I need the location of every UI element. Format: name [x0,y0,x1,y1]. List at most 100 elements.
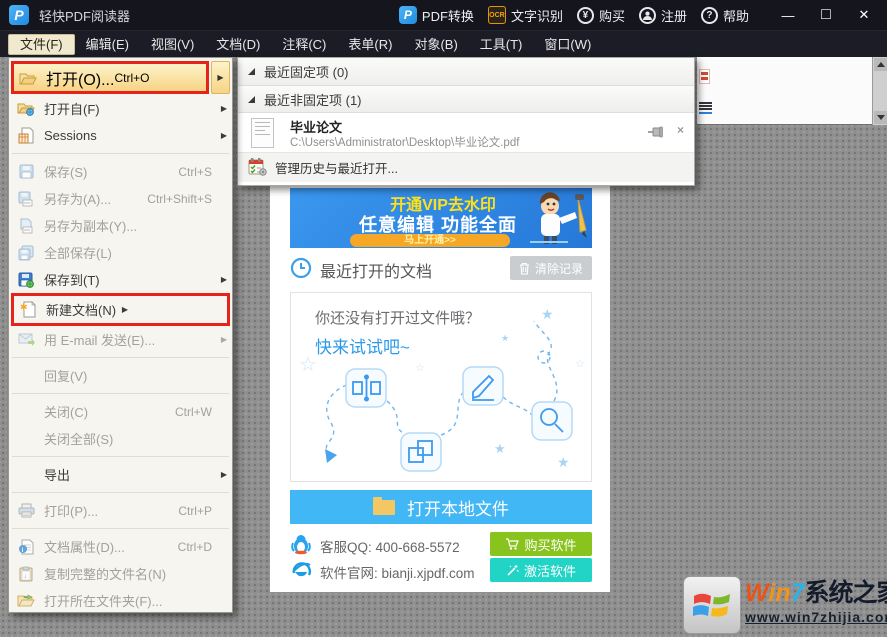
banner-cta-button[interactable]: 马上开通>> [350,234,510,247]
menu-item-close: 关闭(C) Ctrl+W [44,404,212,421]
win7-watermark: Win7系统之家 www.win7zhijia.com [683,576,887,634]
menu-item-sessions[interactable]: Sessions ▶ [9,122,232,149]
save-icon [16,163,36,181]
menu-item-email-send: 用 E-mail 发送(E)... ▶ [9,326,232,353]
printer-icon [16,502,36,520]
pdf-convert-icon: P [398,6,417,24]
svg-text:☆: ☆ [299,354,317,376]
ie-browser-icon [292,562,311,577]
register-button[interactable]: 注册 [638,6,687,25]
website-contact-row: 软件官网: bianji.xjpdf.com 激活软件 [290,558,592,582]
menu-window[interactable]: 窗口(W) [533,34,602,55]
menu-tools[interactable]: 工具(T) [469,34,534,55]
scroll-down-icon[interactable] [874,111,887,124]
menu-item-reply: 回复(V) [44,369,88,384]
menu-annotate[interactable]: 注释(C) [271,34,337,55]
recent-title: 最近打开的文档 [320,264,433,281]
save-to-icon [16,271,36,289]
menu-separator [12,357,229,358]
help-button[interactable]: ? 帮助 [700,6,749,25]
submenu-arrow-icon: ▶ [220,335,227,344]
unpinned-group-header[interactable]: 最近非固定项 (1) [238,86,694,113]
submenu-arrow-icon: ▶ [121,305,129,314]
website-label: 软件官网: bianji.xjpdf.com [320,566,475,581]
menu-document[interactable]: 文档(D) [205,34,271,55]
question-icon: ? [700,6,718,24]
menu-item-export[interactable]: 导出 ▶ [9,461,232,488]
pinned-group-header[interactable]: 最近固定项 (0) [238,58,694,86]
collapse-triangle-icon [248,68,255,75]
clock-icon [290,257,312,284]
svg-text:★: ★ [501,333,509,343]
vip-banner[interactable]: 开通VIP去水印 任意编辑 功能全面 马上开通>> [290,188,592,248]
menu-item-close-all: 关闭全部(S) [44,432,114,447]
menu-item-open[interactable]: 打开(O)... Ctrl+O [11,61,209,94]
buy-button[interactable]: ¥ 购买 [576,6,625,25]
menu-item-open-from[interactable]: 打开自(F) ▶ [9,95,232,122]
qq-label: 客服QQ: 400-668-5572 [320,540,460,555]
close-button[interactable]: ✕ [847,3,881,27]
submenu-arrow-icon: ▶ [220,275,227,284]
submenu-arrow-icon: ▶ [220,131,227,140]
manage-history-item[interactable]: 管理历史与最近打开... [238,153,694,182]
menu-row-open: 打开(O)... Ctrl+O ▶ [9,61,232,94]
menu-item-print: 打印(P)... Ctrl+P [9,497,232,524]
svg-text:☆: ☆ [575,358,585,370]
menu-bar: 文件(F) 编辑(E) 视图(V) 文档(D) 注释(C) 表单(R) 对象(B… [0,30,887,57]
pdf-convert-button[interactable]: P PDF转换 [398,6,474,25]
menu-item-copy-filename: ↓ 复制完整的文件名(N) [9,560,232,587]
submenu-arrow-icon: ▶ [220,470,227,479]
maximize-button[interactable]: □ [809,3,843,27]
menu-item-save-to[interactable]: 保存到(T) ▶ [9,266,232,293]
windows-logo-icon [683,576,741,634]
recent-file-path: C:\Users\Administrator\Desktop\毕业论文.pdf [290,137,520,149]
menu-item-new-document[interactable]: ✱ 新建文档(N) ▶ [11,293,230,326]
remove-recent-icon[interactable]: × [677,123,684,137]
watermark-brand: Win7系统之家 [745,579,887,607]
vertical-scrollbar[interactable] [872,57,887,125]
qq-contact-row: 客服QQ: 400-668-5572 购买软件 [290,532,592,556]
title-bar: P 轻快PDF阅读器 P PDF转换 OCR 文字识别 ¥ 购买 注册 ? 帮助… [0,0,887,30]
trash-icon [519,262,529,275]
open-folder-icon [18,69,38,87]
manage-history-icon [248,157,267,179]
menu-view[interactable]: 视图(V) [140,34,205,55]
empty-state-card: 你还没有打开过文件哦？ 快来试试吧~ ☆ ☆ ☆ ★ ★ ★ ★ [290,292,592,482]
person-icon [638,6,656,24]
menu-item-open-containing-folder: 打开所在文件夹(F)... [9,587,232,614]
menu-file[interactable]: 文件(F) [8,33,75,55]
open-submenu-arrow-icon[interactable]: ▶ [211,61,230,94]
ocr-button[interactable]: OCR 文字识别 [487,6,563,25]
minimize-button[interactable]: — [771,3,805,27]
menu-separator [12,393,229,394]
recent-files-submenu: 最近固定项 (0) 最近非固定项 (1) 毕业论文 C:\Users\Admin… [237,57,695,186]
recent-file-item[interactable]: 毕业论文 C:\Users\Administrator\Desktop\毕业论文… [238,113,694,153]
watermark-url: www.win7zhijia.com [745,609,887,625]
menu-form[interactable]: 表单(R) [337,34,403,55]
activate-software-button[interactable]: 激活软件 [490,558,592,582]
ocr-icon: OCR [487,6,506,24]
menu-object[interactable]: 对象(B) [403,34,468,55]
yen-icon: ¥ [576,6,594,24]
recent-header-row: 最近打开的文档 清除记录 [290,255,592,285]
pin-icon[interactable] [647,125,664,143]
svg-text:★: ★ [494,441,506,456]
clear-history-button[interactable]: 清除记录 [509,256,592,280]
email-icon [16,331,36,349]
app-window: P 轻快PDF阅读器 P PDF转换 OCR 文字识别 ¥ 购买 注册 ? 帮助… [0,0,887,637]
svg-text:☆: ☆ [415,362,425,374]
buy-software-button[interactable]: 购买软件 [490,532,592,556]
new-document-icon: ✱ [18,301,38,319]
scroll-up-icon[interactable] [874,58,887,71]
containing-folder-icon [16,592,36,610]
app-title: 轻快PDF阅读器 [39,8,131,24]
menu-edit[interactable]: 编辑(E) [75,34,140,55]
save-all-icon [16,244,36,262]
sessions-icon [16,127,36,145]
menu-separator [12,528,229,529]
wand-icon [507,564,519,576]
svg-text:★: ★ [557,454,570,470]
open-local-file-button[interactable]: 打开本地文件 [290,490,592,524]
menu-item-save: 保存(S) Ctrl+S [9,158,232,185]
svg-text:i: i [22,547,24,554]
